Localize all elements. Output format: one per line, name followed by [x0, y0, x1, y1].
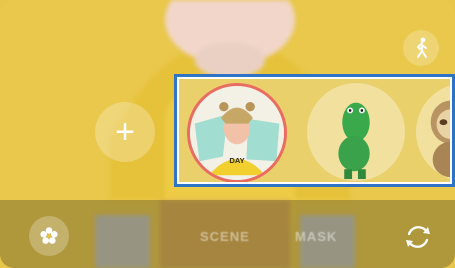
- sloth-sticker-image: [430, 100, 450, 178]
- sloth-sticker[interactable]: [416, 83, 450, 181]
- rotate-camera-icon: [406, 226, 430, 248]
- avatar-sticker[interactable]: DAY: [187, 83, 287, 182]
- add-sticker-button[interactable]: +: [95, 102, 155, 162]
- avatar-sticker-image: DAY: [190, 86, 284, 180]
- crocodile-sticker-image: [338, 102, 370, 180]
- svg-text:DAY: DAY: [229, 156, 244, 165]
- motion-mode-button[interactable]: [403, 30, 439, 66]
- mode-scene-tab[interactable]: SCENE: [200, 229, 250, 244]
- plus-icon: +: [115, 112, 135, 151]
- crocodile-sticker[interactable]: [307, 83, 405, 181]
- flower-icon: [40, 227, 58, 244]
- stickers-effects-button[interactable]: [29, 216, 69, 256]
- switch-camera-button[interactable]: [399, 218, 437, 256]
- mode-mask-tab[interactable]: MASK: [295, 229, 337, 244]
- sticker-carousel: DAY: [174, 74, 455, 187]
- running-person-icon: [416, 37, 427, 58]
- ar-emoji-camera-screen: + DAY SCENE MASK: [0, 0, 455, 268]
- sticker-carousel-track: DAY: [179, 79, 450, 182]
